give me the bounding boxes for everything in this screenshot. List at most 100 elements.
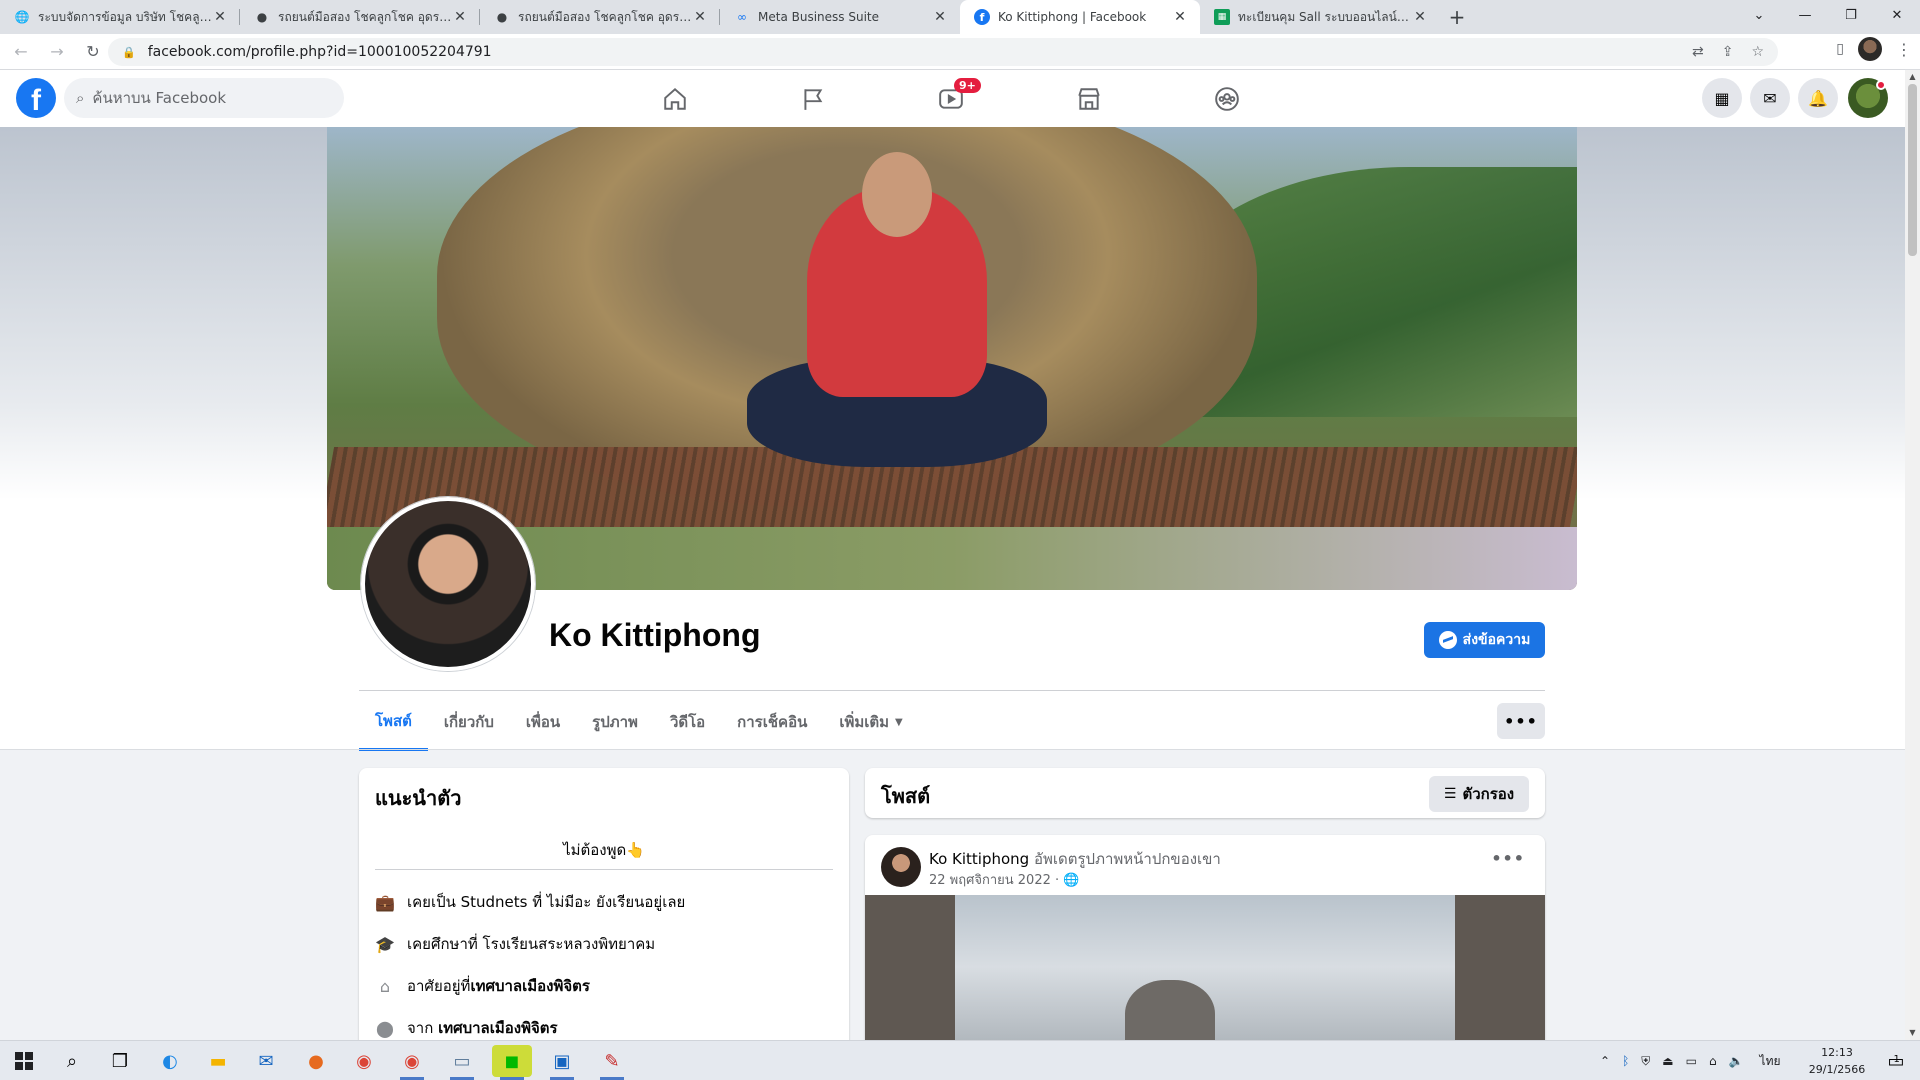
scroll-down-arrow-icon[interactable]: ▼ (1905, 1026, 1920, 1040)
close-window-button[interactable]: ✕ (1874, 0, 1920, 30)
cover-person-head (862, 152, 932, 237)
intro-lives-text: อาศัยอยู่ที่ (407, 977, 471, 995)
meta-icon: ∞ (737, 10, 747, 24)
page-scrollbar[interactable]: ▲ ▼ (1905, 70, 1920, 1040)
profile-more-options-button[interactable]: ••• (1497, 703, 1545, 739)
facebook-search-input[interactable]: ⌕ ค้นหาบน Facebook (64, 78, 344, 118)
close-tab-icon[interactable]: ✕ (212, 9, 228, 25)
home-icon: ⌂ (379, 976, 391, 996)
task-view-icon[interactable]: ❐ (100, 1045, 140, 1077)
post-options-icon[interactable]: ••• (1491, 849, 1525, 868)
paint-icon[interactable]: ✎ (592, 1045, 632, 1080)
graduation-cap-icon: 🎓 (375, 934, 395, 954)
new-tab-button[interactable]: + (1440, 0, 1474, 34)
filter-button[interactable]: ☰ ตัวกรอง (1429, 776, 1529, 812)
filter-label: ตัวกรอง (1462, 785, 1515, 803)
close-tab-icon[interactable]: ✕ (1412, 9, 1428, 25)
search-icon[interactable]: ⌕ (52, 1045, 92, 1077)
close-tab-icon[interactable]: ✕ (692, 9, 708, 25)
photos-icon[interactable]: ▣ (542, 1045, 582, 1080)
mail-icon[interactable]: ✉ (246, 1045, 286, 1077)
address-bar[interactable]: 🔒 facebook.com/profile.php?id=1000100522… (108, 38, 1778, 66)
intro-bio-divider (375, 869, 833, 870)
browser-tab[interactable]: ● รถยนต์มือสอง โชคลูกโชค อุดรธานี ✕ (240, 0, 480, 34)
display-icon[interactable]: ▭ (1686, 1054, 1697, 1068)
network-icon[interactable]: ⌂ (1709, 1054, 1717, 1068)
tab-title: รถยนต์มือสอง โชคลูกโชค อุดรธานี (518, 9, 692, 24)
edge-browser-icon[interactable]: ◐ (150, 1045, 190, 1077)
bookmark-star-icon[interactable]: ☆ (1751, 44, 1764, 60)
intro-title: แนะนำตัว (375, 786, 462, 810)
browser-tab[interactable]: 🌐 ระบบจัดการข้อมูล บริษัท โชคลูกโชค อุ ✕ (0, 0, 240, 34)
marketplace-icon[interactable] (1034, 70, 1144, 127)
bluetooth-icon[interactable]: ᛒ (1622, 1054, 1629, 1068)
profile-picture[interactable] (361, 497, 535, 671)
tab-checkins[interactable]: การเช็คอิน (721, 693, 823, 751)
file-explorer-icon[interactable]: ▬ (198, 1045, 238, 1077)
security-shield-icon[interactable]: ⛨ (1641, 1054, 1650, 1069)
send-message-button[interactable]: ส่งข้อความ (1424, 622, 1545, 658)
close-tab-icon[interactable]: ✕ (932, 9, 948, 25)
profile-divider (359, 690, 1545, 691)
firefox-icon[interactable]: ● (296, 1045, 336, 1077)
translate-icon[interactable]: ⇄ (1692, 44, 1704, 60)
post-action-text: อัพเดตรูปภาพหน้าปกของเขา (1033, 850, 1221, 868)
volume-mute-icon[interactable]: 🔈 (1729, 1054, 1744, 1068)
reload-button[interactable]: ↻ (78, 37, 108, 67)
forward-button[interactable]: → (42, 37, 72, 67)
tab-title: Ko Kittiphong | Facebook (998, 10, 1147, 24)
usb-icon[interactable]: ⏏ (1662, 1054, 1673, 1068)
sheets-icon: ▦ (1214, 9, 1230, 25)
tab-posts[interactable]: โพสต์ (359, 693, 428, 751)
browser-tab[interactable]: ∞ Meta Business Suite ✕ (720, 0, 960, 34)
tab-videos[interactable]: วิดีโอ (654, 693, 721, 751)
groups-icon[interactable] (1172, 70, 1282, 127)
pages-flag-icon[interactable] (758, 70, 868, 127)
notifications-bell-icon[interactable]: 🔔 (1798, 78, 1838, 118)
minimize-button[interactable]: — (1782, 0, 1828, 30)
profile-tabs: โพสต์ เกี่ยวกับ เพื่อน รูปภาพ วิดีโอ การ… (359, 693, 919, 751)
share-icon[interactable]: ⇪ (1722, 44, 1734, 60)
tab-search-icon[interactable]: ⌄ (1736, 0, 1782, 30)
scrollbar-thumb[interactable] (1908, 84, 1917, 256)
profile-name: Ko Kittiphong (549, 617, 761, 653)
tab-friends[interactable]: เพื่อน (510, 693, 576, 751)
tab-photos[interactable]: รูปภาพ (576, 693, 654, 751)
windows-start-icon[interactable] (4, 1045, 44, 1077)
input-language[interactable]: ไทย (1760, 1052, 1781, 1071)
tray-expand-icon[interactable]: ⌃ (1600, 1054, 1610, 1068)
home-nav-icon[interactable] (620, 70, 730, 127)
intro-lives-place[interactable]: เทศบาลเมืองพิจิตร (470, 974, 590, 998)
browser-tab[interactable]: ▦ ทะเบียนคุม Sall ระบบออนไลน์.xlsx - G ✕ (1200, 0, 1440, 34)
post-author-name[interactable]: Ko Kittiphong (929, 850, 1029, 868)
notification-center-icon[interactable]: ▭ 1 (1876, 1045, 1916, 1077)
chrome-profile-icon[interactable]: ◉ (392, 1045, 432, 1080)
messenger-icon[interactable]: ✉ (1750, 78, 1790, 118)
facebook-logo-icon[interactable]: f (16, 78, 56, 118)
post-date[interactable]: 22 พฤศจิกายน 2022 · (929, 873, 1059, 888)
scroll-up-arrow-icon[interactable]: ▲ (1905, 70, 1920, 84)
restore-button[interactable]: ❐ (1828, 0, 1874, 30)
cover-photo[interactable] (327, 127, 1577, 590)
back-button[interactable]: ← (6, 37, 36, 67)
watch-video-icon[interactable]: 9+ (896, 70, 1006, 127)
browser-tab[interactable]: ● รถยนต์มือสอง โชคลูกโชค อุดรธานี ✕ (480, 0, 720, 34)
menu-grid-icon[interactable]: ▦ (1702, 78, 1742, 118)
side-panel-icon[interactable]: ▯ (1836, 41, 1844, 57)
browser-menu-icon[interactable]: ⋮ (1896, 40, 1912, 59)
app-window-icon[interactable]: ▭ (442, 1045, 482, 1080)
intro-from-place[interactable]: เทศบาลเมืองพิจิตร (438, 1016, 558, 1040)
close-tab-icon[interactable]: ✕ (452, 9, 468, 25)
post-image[interactable] (865, 895, 1545, 1050)
browser-toolbar: ← → ↻ 🔒 facebook.com/profile.php?id=1000… (0, 34, 1920, 70)
close-tab-icon[interactable]: ✕ (1172, 9, 1188, 25)
tab-about[interactable]: เกี่ยวกับ (428, 693, 510, 751)
system-clock[interactable]: 12:13 29/1/2566 (1802, 1044, 1872, 1078)
tab-more[interactable]: เพิ่มเติม ▼ (823, 693, 918, 751)
post-author-avatar[interactable] (881, 847, 921, 887)
line-app-icon[interactable]: ◼ (492, 1045, 532, 1080)
browser-profile-avatar[interactable] (1858, 37, 1882, 61)
chrome-icon[interactable]: ◉ (344, 1045, 384, 1077)
browser-tab-active[interactable]: f Ko Kittiphong | Facebook ✕ (960, 0, 1200, 34)
intro-from-text: จาก (407, 1019, 439, 1037)
